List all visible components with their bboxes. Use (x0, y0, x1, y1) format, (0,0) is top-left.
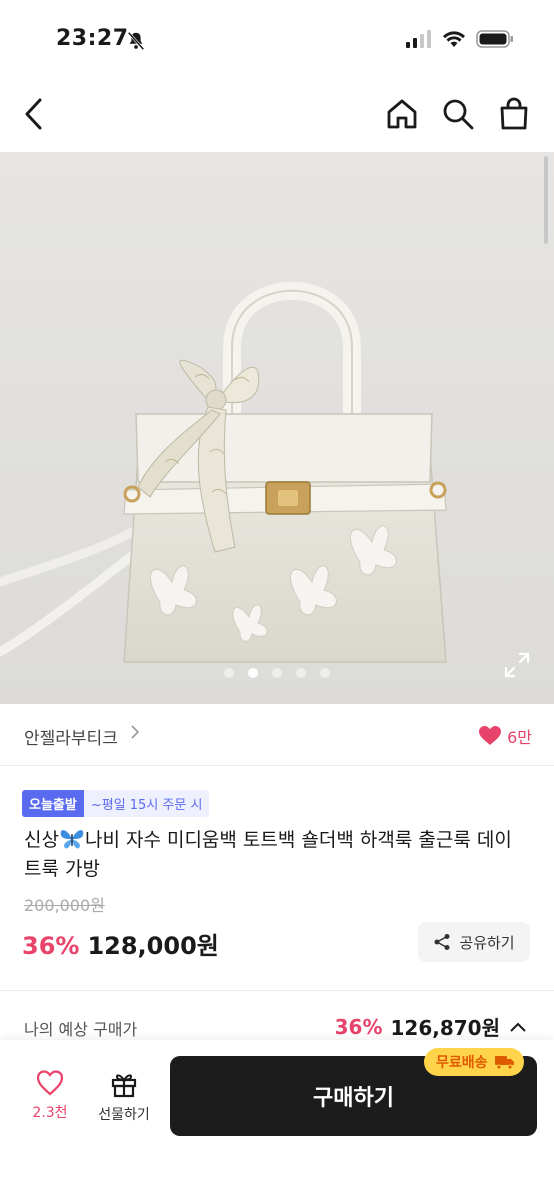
free-shipping-label: 무료배송 (436, 1055, 488, 1071)
cellular-signal-icon (406, 30, 431, 48)
carousel-dot[interactable] (248, 668, 258, 678)
title-prefix: 신상 (24, 829, 59, 851)
discount-rate: 36% (22, 932, 80, 960)
carousel-dot[interactable] (320, 668, 330, 678)
gift-label: 선물하기 (98, 1107, 150, 1123)
gift-button[interactable]: 선물하기 (89, 1070, 159, 1124)
status-time: 23:27 (56, 26, 129, 51)
delivery-badges: 오늘출발 ~평일 15시 주문 시 (22, 790, 210, 817)
order-deadline-badge: ~평일 15시 주문 시 (83, 790, 210, 817)
top-nav (0, 80, 554, 152)
expected-price: 126,870원 (390, 1016, 501, 1040)
chevron-left-icon (25, 98, 42, 130)
butterfly-emoji-icon (60, 830, 84, 849)
expected-discount: 36% (334, 1014, 383, 1039)
free-shipping-badge: 무료배송 (424, 1048, 524, 1076)
status-indicators (406, 30, 514, 48)
carousel-dots[interactable] (0, 668, 554, 678)
brand-row[interactable]: 안젤라부티크 6만 (0, 704, 554, 766)
like-count: 6만 (507, 728, 532, 747)
carousel-dot[interactable] (224, 668, 234, 678)
like-button[interactable]: 6만 (479, 724, 532, 748)
product-photo (0, 152, 554, 704)
truck-icon (494, 1056, 514, 1070)
product-image-carousel[interactable] (0, 152, 554, 704)
sale-price-row: 36% 128,000원 (22, 926, 219, 961)
home-button[interactable] (382, 94, 422, 134)
wishlist-button[interactable]: 2.3천 (15, 1070, 85, 1122)
chevron-up-icon (510, 1022, 526, 1032)
title-text: 나비 자수 미디움백 토트백 숄더백 하객룩 출근룩 데이트룩 가방 (24, 829, 512, 880)
home-icon (387, 99, 417, 129)
bell-off-icon (127, 31, 145, 51)
bottom-action-bar: 2.3천 선물하기 구매하기 무료배송 (0, 1040, 554, 1200)
section-divider (0, 990, 554, 991)
carousel-dot[interactable] (296, 668, 306, 678)
share-label: 공유하기 (459, 933, 515, 952)
expected-price-label: 나의 예상 구매가 (24, 1020, 138, 1039)
wifi-icon (443, 31, 465, 47)
brand-name[interactable]: 안젤라부티크 (24, 724, 118, 749)
back-button[interactable] (14, 94, 54, 134)
battery-icon (476, 30, 513, 48)
product-title: 신상 나비 자수 미디움백 토트백 숄더백 하객룩 출근룩 데이트룩 가방 (24, 826, 524, 884)
status-bar: 23:27 (0, 0, 554, 80)
cart-button[interactable] (494, 94, 534, 134)
original-price: 200,000원 (24, 896, 105, 915)
heart-icon (479, 726, 502, 745)
expand-icon[interactable] (504, 652, 530, 678)
expected-price-toggle[interactable]: 36% 126,870원 (335, 1012, 528, 1041)
sale-price: 128,000원 (87, 932, 219, 960)
share-icon (434, 934, 450, 950)
chevron-right-icon (130, 724, 140, 744)
wishlist-count: 2.3천 (32, 1105, 68, 1121)
carousel-dot[interactable] (272, 668, 282, 678)
shopping-bag-icon (500, 97, 528, 130)
expected-price-row[interactable]: 나의 예상 구매가 36% 126,870원 (0, 1008, 554, 1040)
today-shipping-badge: 오늘출발 (22, 790, 84, 817)
gift-icon (111, 1074, 137, 1098)
share-button[interactable]: 공유하기 (418, 922, 530, 962)
scroll-indicator (544, 156, 548, 244)
search-icon (443, 99, 474, 130)
heart-outline-icon (36, 1070, 64, 1096)
search-button[interactable] (438, 94, 478, 134)
